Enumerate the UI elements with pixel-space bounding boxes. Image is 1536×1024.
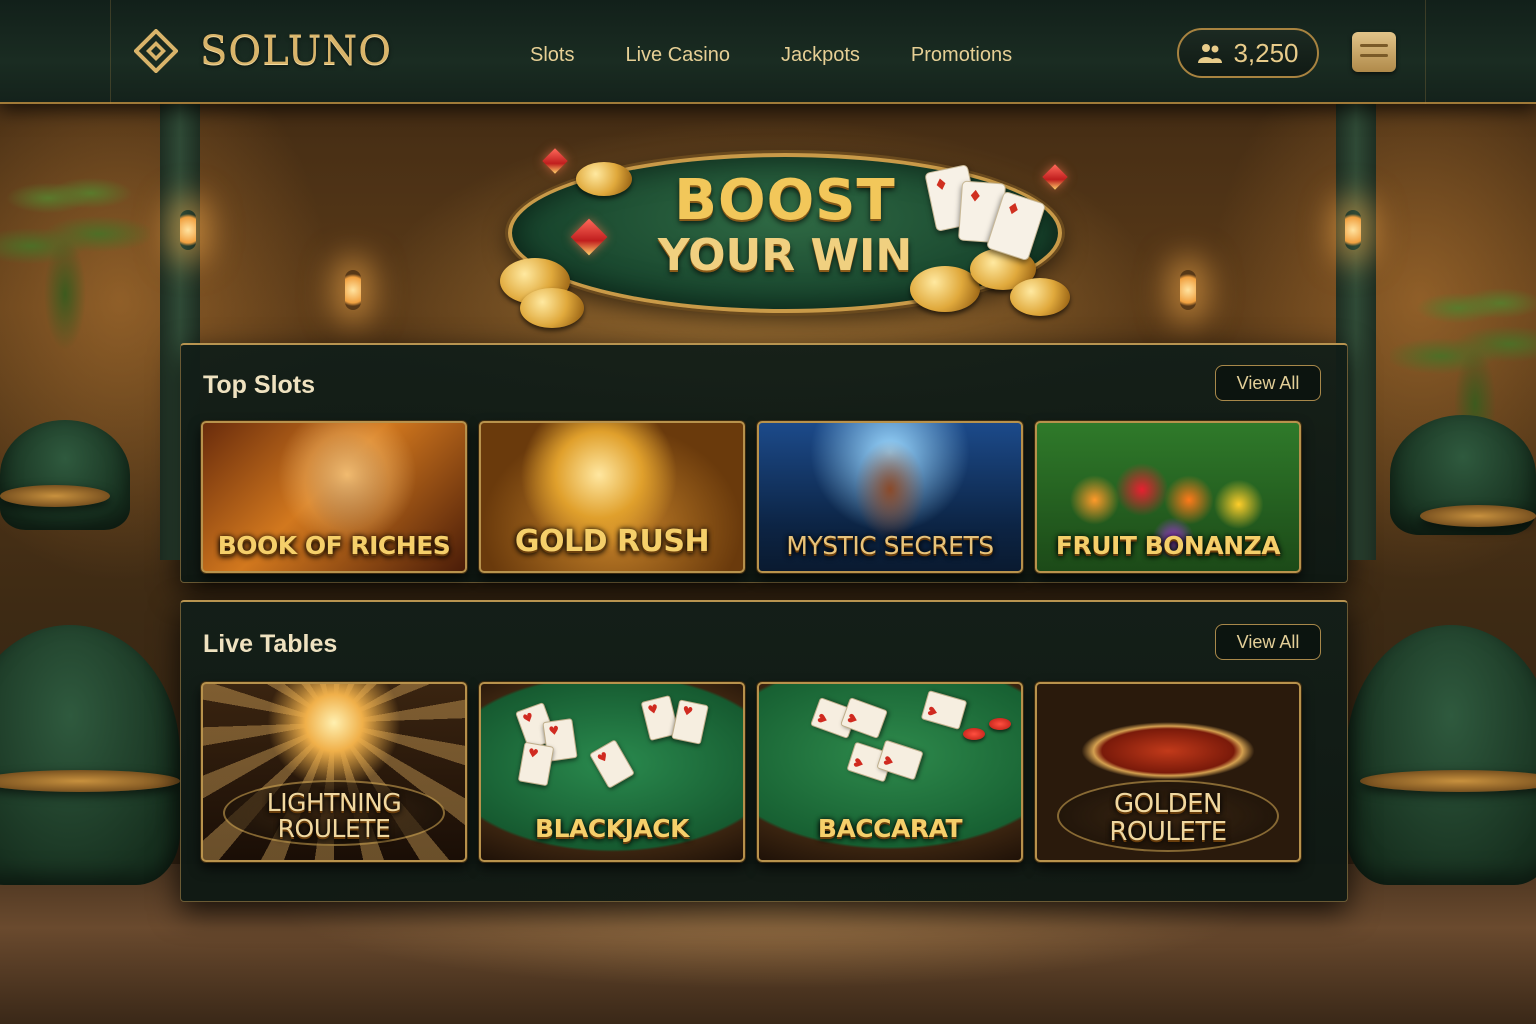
live-tables-section: Live Tables View All LIGHTNING ROULETE B… — [180, 600, 1348, 902]
banner-subheadline: YOUR WIN — [657, 230, 913, 281]
game-title: BLACKJACK — [535, 813, 689, 843]
palm-plant — [0, 150, 150, 390]
game-title: GOLD RUSH — [514, 523, 710, 559]
brand-logo[interactable]: SOLUNO — [133, 28, 393, 74]
nav-link-promotions[interactable]: Promotions — [911, 44, 1012, 67]
game-title-line: GOLDEN — [1114, 789, 1223, 820]
lounge-chair — [0, 420, 130, 530]
section-title: Top Slots — [203, 371, 316, 399]
card-icon — [517, 741, 555, 787]
game-title: MYSTIC SECRETS — [786, 530, 994, 560]
side-table — [0, 485, 110, 507]
game-title: GOLDEN ROULETE — [1037, 791, 1299, 846]
game-tile-book-of-riches[interactable]: BOOK OF RICHES — [201, 421, 467, 573]
nav-link-live-casino[interactable]: Live Casino — [625, 44, 730, 67]
game-title: BACCARAT — [817, 813, 963, 843]
section-title: Live Tables — [203, 630, 338, 658]
wallet-icon[interactable] — [1352, 32, 1396, 72]
game-tile-fruit-bonanza[interactable]: FRUIT BONANZA — [1035, 421, 1301, 573]
banner-headline: BOOST — [674, 168, 896, 233]
game-title-line: LIGHTNING — [266, 787, 402, 817]
view-all-slots-button[interactable]: View All — [1215, 365, 1321, 401]
users-icon — [1197, 41, 1223, 65]
game-tile-lightning-roulette[interactable]: LIGHTNING ROULETE — [201, 682, 467, 862]
wall-lamp — [1345, 210, 1361, 250]
balance-amount: 3,250 — [1233, 37, 1299, 68]
side-table — [1420, 505, 1536, 527]
game-tile-mystic-secrets[interactable]: MYSTIC SECRETS — [757, 421, 1023, 573]
card-icon — [920, 690, 968, 730]
nav-link-jackpots[interactable]: Jackpots — [781, 44, 860, 67]
game-title-line: ROULETE — [1109, 816, 1227, 847]
game-title: FRUIT BONANZA — [1055, 530, 1281, 560]
coin-icon — [520, 288, 584, 328]
game-tile-gold-rush[interactable]: GOLD RUSH — [479, 421, 745, 573]
card-icon — [589, 739, 635, 789]
brand-name: SOLUNO — [200, 28, 393, 74]
main-menu: Slots Live Casino Jackpots Promotions — [530, 44, 1012, 67]
wall-lamp — [1180, 270, 1196, 310]
game-tile-golden-roulette[interactable]: GOLDEN ROULETE — [1035, 682, 1301, 862]
diamond-logo-icon — [133, 28, 179, 74]
chip-icon — [989, 718, 1011, 730]
game-title: LIGHTNING ROULETE — [203, 787, 465, 843]
game-tile-blackjack[interactable]: BLACKJACK — [479, 682, 745, 862]
wall-lamp — [345, 270, 361, 310]
top-slots-section: Top Slots View All BOOK OF RICHES GOLD R… — [180, 343, 1348, 583]
coin-icon — [1010, 278, 1070, 316]
top-navigation: SOLUNO Slots Live Casino Jackpots Promot… — [0, 0, 1536, 104]
lounge-chair — [1346, 625, 1536, 885]
game-title-line: ROULETE — [277, 813, 391, 843]
chip-icon — [963, 728, 985, 740]
promo-banner[interactable]: BOOST YOUR WIN — [490, 138, 1080, 328]
balance-pill[interactable]: 3,250 — [1177, 28, 1319, 78]
card-icon — [671, 699, 709, 745]
nav-link-slots[interactable]: Slots — [530, 44, 574, 67]
game-title: BOOK OF RICHES — [217, 530, 451, 560]
wall-lamp — [180, 210, 196, 250]
view-all-tables-button[interactable]: View All — [1215, 624, 1321, 660]
game-tile-baccarat[interactable]: BACCARAT — [757, 682, 1023, 862]
